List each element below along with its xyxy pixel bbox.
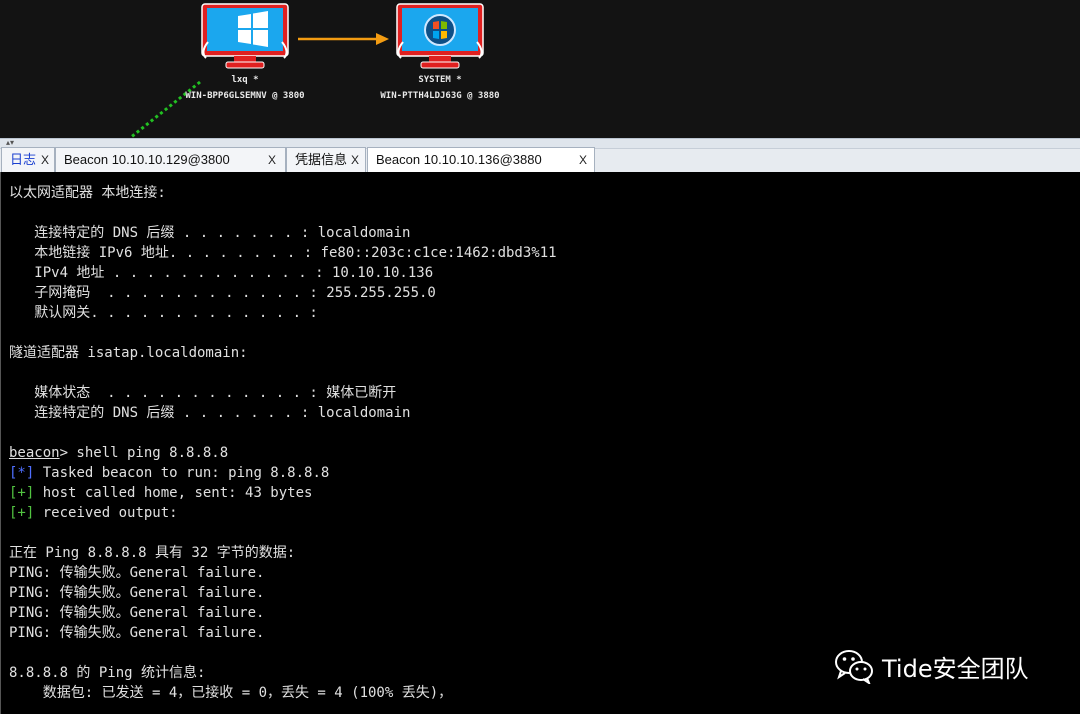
tab-label: Beacon 10.10.10.129@3800 — [64, 152, 230, 167]
console-line: 正在 Ping 8.8.8.8 具有 32 字节的数据: — [9, 543, 1080, 563]
line-text: PING: 传输失败。General failure. — [9, 585, 265, 601]
console-line: [*] Tasked beacon to run: ping 8.8.8.8 — [9, 463, 1080, 483]
console-line: 隧道适配器 isatap.localdomain: — [9, 343, 1080, 363]
line-text: IPv4 地址 . . . . . . . . . . . . : 10.10.… — [9, 265, 434, 281]
windows-10-monitor-icon — [198, 2, 292, 72]
console-line: 数据包: 已发送 = 4，已接收 = 0，丢失 = 4 (100% 丢失)， — [9, 683, 1080, 703]
line-text: PING: 传输失败。General failure. — [9, 625, 265, 641]
console-line: 默认网关. . . . . . . . . . . . . : — [9, 303, 1080, 323]
line-text: PING: 传输失败。General failure. — [9, 605, 265, 621]
console-line: PING: 传输失败。General failure. — [9, 623, 1080, 643]
line-text: 隧道适配器 isatap.localdomain: — [9, 345, 248, 361]
line-text: host called home, sent: 43 bytes — [34, 485, 313, 501]
beacon-node-lxq[interactable]: lxq * WIN-BPP6GLSEMNV @ 3800 — [160, 2, 330, 104]
line-text: 连接特定的 DNS 后缀 . . . . . . . : localdomain — [9, 405, 411, 421]
tab-beacon-129[interactable]: Beacon 10.10.10.129@3800 X — [55, 147, 286, 172]
beacon-node-system[interactable]: SYSTEM * WIN-PTTH4LDJ63G @ 3880 — [355, 2, 525, 104]
pivot-graph[interactable]: lxq * WIN-BPP6GLSEMNV @ 3800 SYSTEM * WI… — [0, 0, 1080, 138]
node-host-label: WIN-BPP6GLSEMNV @ 3800 — [185, 91, 305, 101]
tab-label: Beacon 10.10.10.136@3880 — [376, 152, 542, 167]
tab-close-icon[interactable]: X — [41, 148, 49, 172]
watermark-text: Tide安全团队 — [882, 654, 1029, 683]
console-line: [+] host called home, sent: 43 bytes — [9, 483, 1080, 503]
line-text: 默认网关. . . . . . . . . . . . . : — [9, 305, 318, 321]
line-text: PING: 传输失败。General failure. — [9, 565, 265, 581]
tab-label: 日志 — [10, 152, 37, 167]
windows-7-monitor-icon — [393, 2, 487, 72]
line-text: 子网掩码 . . . . . . . . . . . . : 255.255.2… — [9, 285, 436, 301]
console-line: PING: 传输失败。General failure. — [9, 563, 1080, 583]
tab-credentials[interactable]: 凭据信息 X — [286, 147, 366, 172]
watermark: Tide安全团队 — [834, 646, 1029, 686]
status-marker: [+] — [9, 485, 35, 501]
tab-label: 凭据信息 — [295, 152, 348, 167]
line-text: 本地链接 IPv6 地址. . . . . . . . : fe80::203c… — [9, 245, 557, 261]
beacon-console[interactable]: 以太网适配器 本地连接: 连接特定的 DNS 后缀 . . . . . . . … — [0, 172, 1080, 714]
line-text: > shell ping 8.8.8.8 — [59, 445, 229, 461]
line-text: 以太网适配器 本地连接: — [9, 185, 166, 201]
console-line: PING: 传输失败。General failure. — [9, 583, 1080, 603]
beacon-prompt: beacon — [9, 445, 60, 461]
console-line: PING: 传输失败。General failure. — [9, 603, 1080, 623]
line-text: 连接特定的 DNS 后缀 . . . . . . . : localdomain — [9, 225, 411, 241]
node-user-label: SYSTEM * — [418, 75, 462, 85]
status-marker: [+] — [9, 505, 35, 521]
console-line: 以太网适配器 本地连接: — [9, 183, 1080, 203]
tab-close-icon[interactable]: X — [579, 148, 587, 172]
line-text: 媒体状态 . . . . . . . . . . . . : 媒体已断开 — [9, 385, 397, 401]
console-line: 本地链接 IPv6 地址. . . . . . . . : fe80::203c… — [9, 243, 1080, 263]
line-text: 正在 Ping 8.8.8.8 具有 32 字节的数据: — [9, 545, 296, 561]
console-output: 以太网适配器 本地连接: 连接特定的 DNS 后缀 . . . . . . . … — [9, 183, 1080, 703]
console-line: 媒体状态 . . . . . . . . . . . . : 媒体已断开 — [9, 383, 1080, 403]
console-line: 连接特定的 DNS 后缀 . . . . . . . : localdomain — [9, 403, 1080, 423]
tab-bar: ▴▾ 日志 X Beacon 10.10.10.129@3800 X 凭据信息 … — [0, 138, 1080, 173]
tab-beacon-136[interactable]: Beacon 10.10.10.136@3880 X — [367, 147, 595, 173]
tab-event-log[interactable]: 日志 X — [1, 147, 55, 172]
wechat-icon — [835, 650, 873, 684]
line-text: 数据包: 已发送 = 4，已接收 = 0，丢失 = 4 (100% 丢失)， — [9, 685, 453, 701]
node-user-label: lxq * — [231, 75, 259, 85]
console-line: beacon> shell ping 8.8.8.8 — [9, 443, 1080, 463]
status-marker: [*] — [9, 465, 35, 481]
tab-close-icon[interactable]: X — [268, 148, 276, 172]
node-host-label: WIN-PTTH4LDJ63G @ 3880 — [380, 91, 500, 101]
console-line: 子网掩码 . . . . . . . . . . . . : 255.255.2… — [9, 283, 1080, 303]
line-text: received output: — [34, 505, 178, 521]
console-line: IPv4 地址 . . . . . . . . . . . . : 10.10.… — [9, 263, 1080, 283]
tab-close-icon[interactable]: X — [351, 148, 359, 172]
line-text: Tasked beacon to run: ping 8.8.8.8 — [34, 465, 330, 481]
console-line: [+] received output: — [9, 503, 1080, 523]
collapse-arrows-icon[interactable]: ▴▾ — [6, 138, 14, 147]
console-line: 连接特定的 DNS 后缀 . . . . . . . : localdomain — [9, 223, 1080, 243]
line-text: 8.8.8.8 的 Ping 统计信息: — [9, 665, 206, 681]
